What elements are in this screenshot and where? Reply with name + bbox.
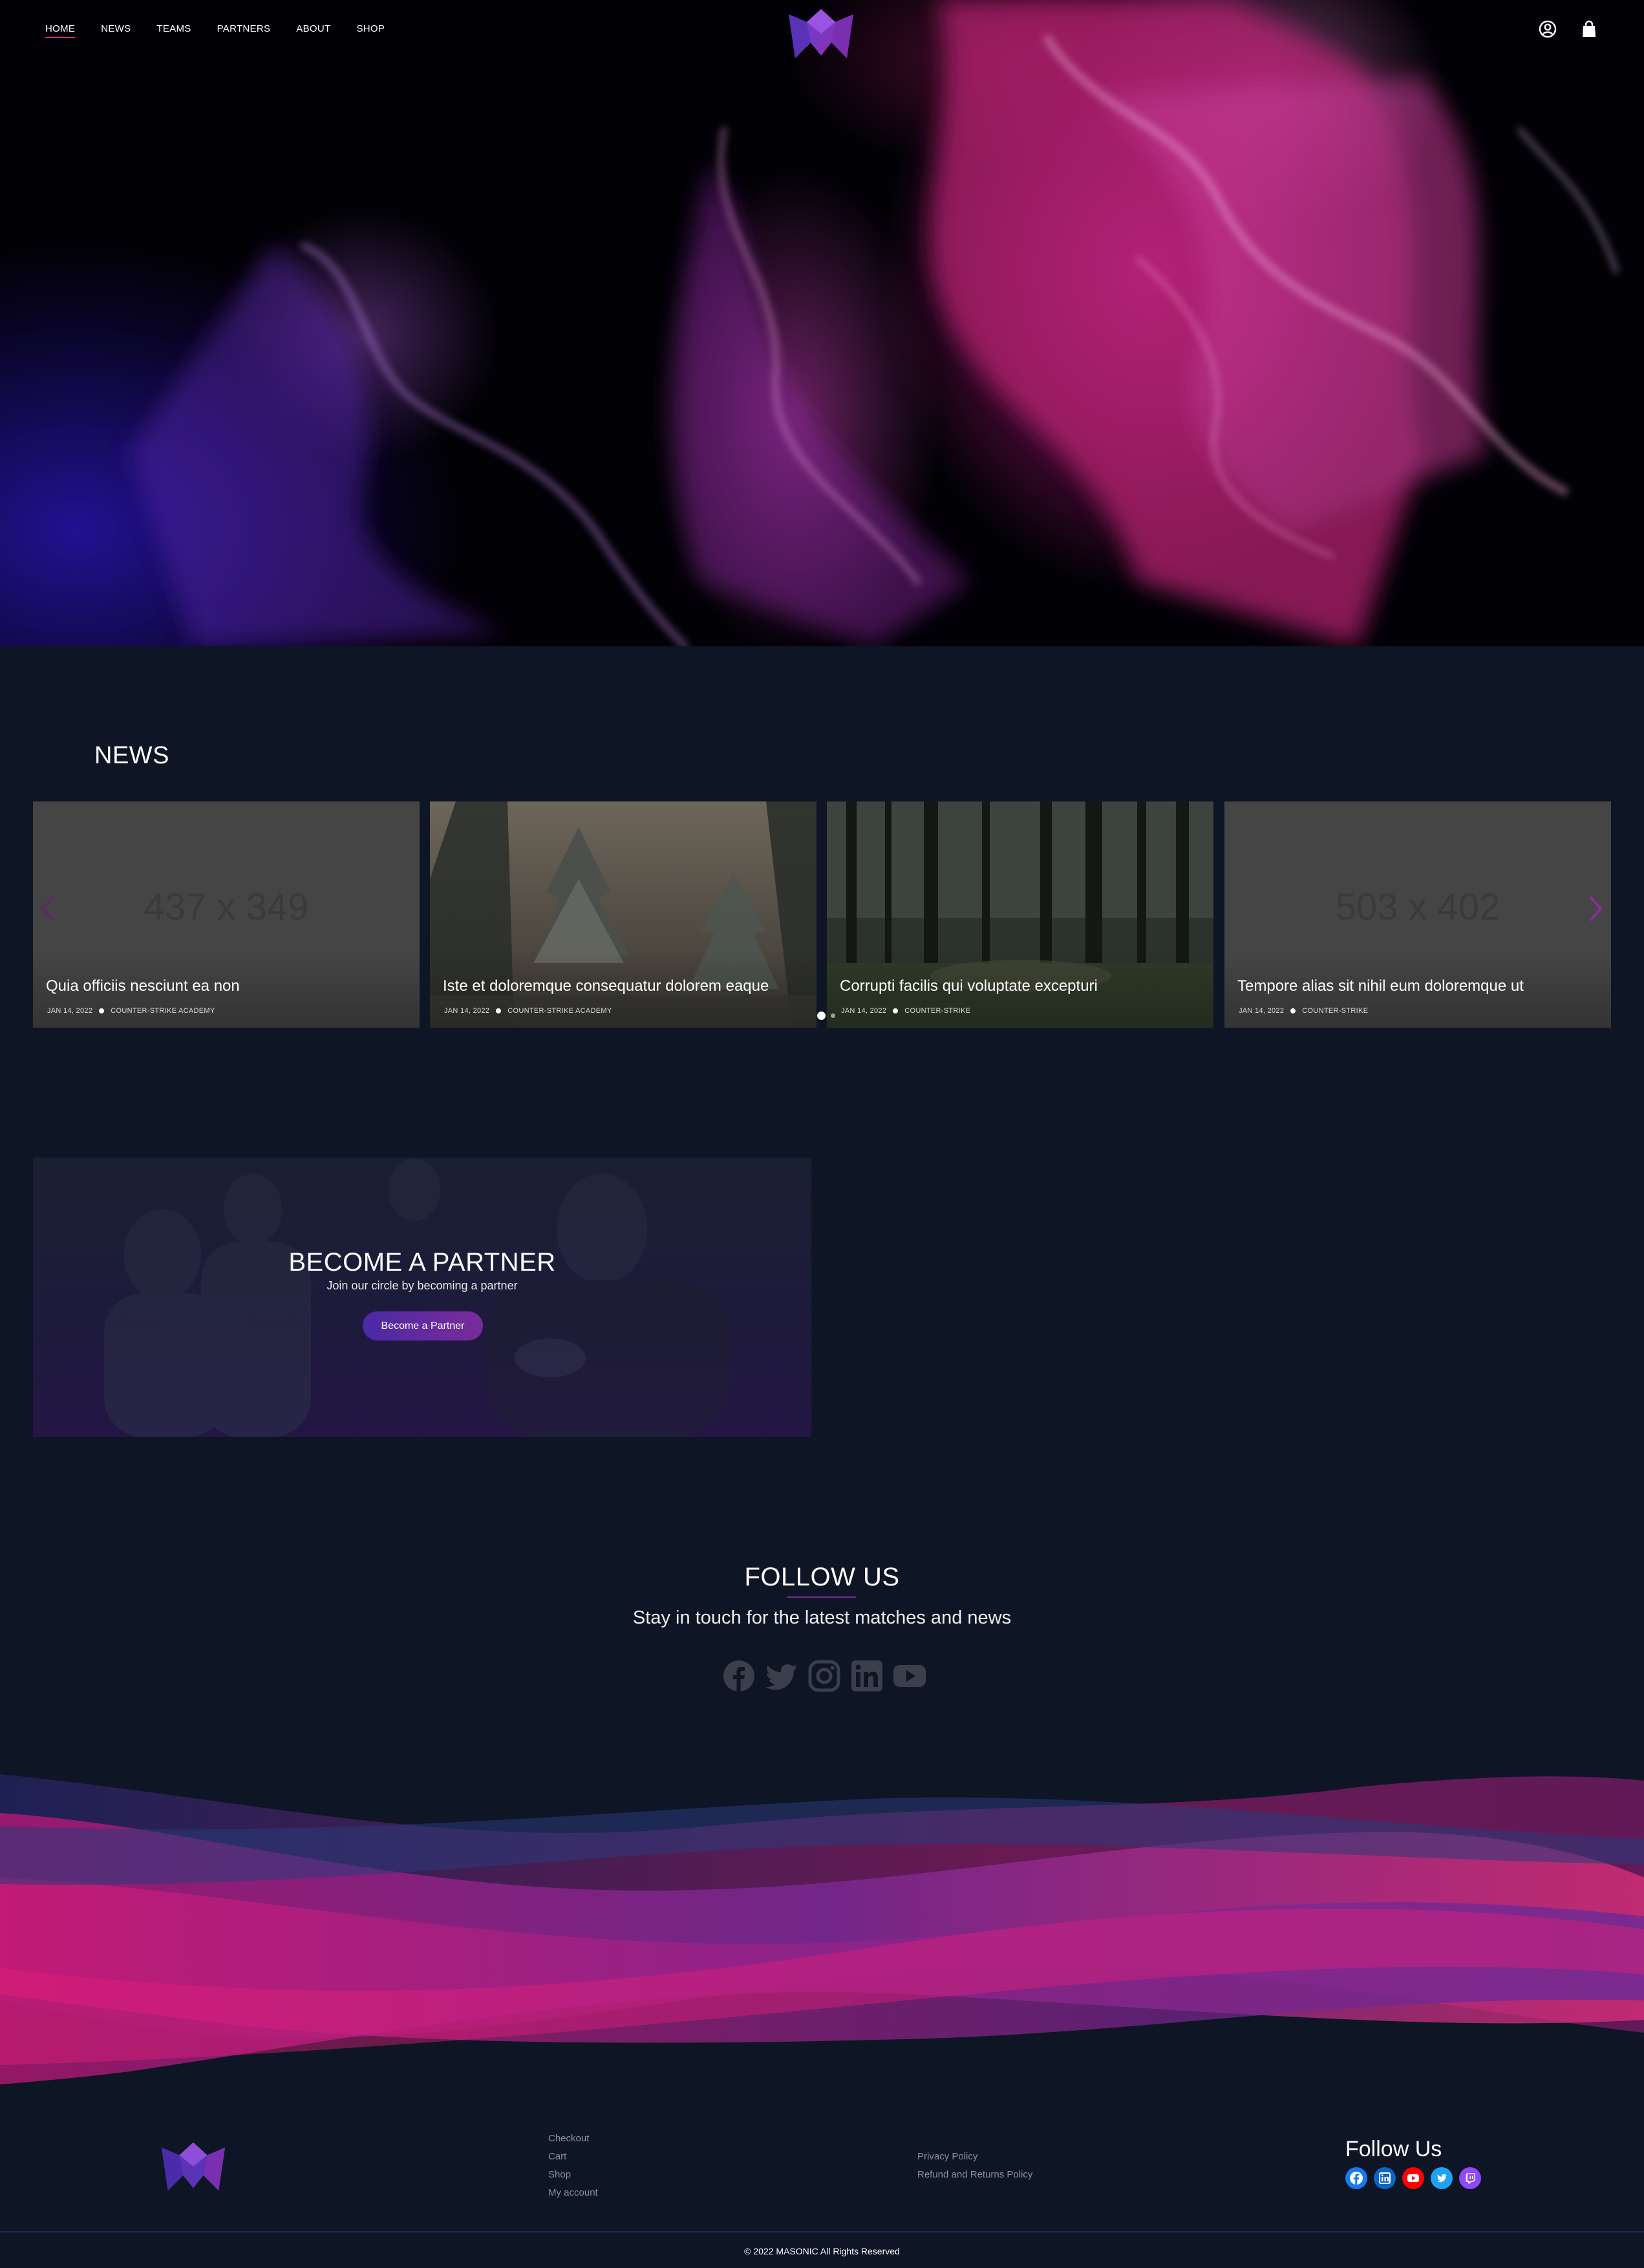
title-underline bbox=[787, 1596, 856, 1598]
footer-link-privacy-policy[interactable]: Privacy Policy bbox=[917, 2152, 1032, 2162]
hero-banner: HOME NEWS TEAMS PARTNERS ABOUT SHOP bbox=[0, 0, 1644, 646]
partner-title: BECOME A PARTNER bbox=[288, 1248, 556, 1277]
nav-item-shop[interactable]: SHOP bbox=[356, 23, 385, 38]
follow-title: FOLLOW US bbox=[744, 1563, 900, 1591]
twitch-icon[interactable] bbox=[1459, 2167, 1481, 2189]
follow-social-links bbox=[722, 1659, 926, 1693]
separator-dot-icon bbox=[496, 1008, 502, 1013]
footer-link-refund-policy[interactable]: Refund and Returns Policy bbox=[917, 2170, 1032, 2180]
pagination-dot[interactable] bbox=[831, 1013, 835, 1018]
news-card-title[interactable]: Corrupti facilis qui voluptate excepturi bbox=[840, 977, 1098, 995]
news-card-category[interactable]: COUNTER-STRIKE bbox=[904, 1007, 970, 1015]
image-placeholder: 503 x 402 bbox=[1335, 886, 1500, 928]
smoke-background-image bbox=[129, 0, 1618, 646]
separator-dot-icon bbox=[893, 1008, 899, 1013]
shopping-bag-icon[interactable] bbox=[1579, 19, 1599, 39]
twitter-icon[interactable] bbox=[1431, 2167, 1453, 2189]
masonic-crown-logo[interactable] bbox=[158, 2139, 229, 2194]
news-card-title[interactable]: Quia officiis nesciunt ea non bbox=[46, 977, 240, 995]
news-card[interactable]: 437 x 349 Quia officiis nesciunt ea non … bbox=[33, 801, 420, 1028]
footer-link-cart[interactable]: Cart bbox=[548, 2152, 598, 2162]
separator-dot-icon bbox=[99, 1008, 105, 1013]
footer-link-my-account[interactable]: My account bbox=[548, 2188, 598, 2198]
facebook-icon[interactable] bbox=[1345, 2167, 1367, 2189]
footer-links-shop: Checkout Cart Shop My account bbox=[548, 2134, 598, 2198]
footer-link-checkout[interactable]: Checkout bbox=[548, 2134, 598, 2144]
user-circle-icon[interactable] bbox=[1538, 19, 1557, 39]
news-card-meta: JAN 14, 2022 COUNTER-STRIKE bbox=[1239, 1007, 1368, 1015]
pagination-dot-active[interactable] bbox=[817, 1012, 826, 1020]
facebook-icon[interactable] bbox=[722, 1659, 756, 1693]
main-navigation: HOME NEWS TEAMS PARTNERS ABOUT SHOP bbox=[45, 23, 385, 38]
image-placeholder: 437 x 349 bbox=[144, 886, 309, 928]
linkedin-icon[interactable] bbox=[1374, 2167, 1396, 2189]
news-card-date: JAN 14, 2022 bbox=[444, 1007, 490, 1015]
news-card-title[interactable]: Tempore alias sit nihil eum doloremque u… bbox=[1237, 977, 1524, 995]
chevron-right-icon[interactable] bbox=[1586, 895, 1605, 923]
become-partner-button[interactable]: Become a Partner bbox=[363, 1311, 483, 1341]
footer-divider bbox=[0, 2231, 1644, 2232]
youtube-icon[interactable] bbox=[893, 1659, 926, 1693]
copyright-text: © 2022 MASONIC All Rights Reserved bbox=[744, 2246, 900, 2256]
instagram-icon[interactable] bbox=[807, 1659, 841, 1693]
masonic-crown-logo[interactable] bbox=[785, 8, 857, 59]
news-card-meta: JAN 14, 2022 COUNTER-STRIKE bbox=[841, 1007, 970, 1015]
twitter-icon[interactable] bbox=[765, 1659, 798, 1693]
news-card-date: JAN 14, 2022 bbox=[47, 1007, 93, 1015]
nav-item-news[interactable]: NEWS bbox=[101, 23, 131, 38]
news-card-title[interactable]: Iste et doloremque consequatur dolorem e… bbox=[443, 977, 769, 995]
follow-subtitle: Stay in touch for the latest matches and… bbox=[632, 1607, 1012, 1628]
news-card-date: JAN 14, 2022 bbox=[1239, 1007, 1285, 1015]
decorative-waves bbox=[0, 1774, 1644, 2084]
news-card-date: JAN 14, 2022 bbox=[841, 1007, 887, 1015]
footer-links-legal: Privacy Policy Refund and Returns Policy bbox=[917, 2152, 1032, 2180]
nav-item-home[interactable]: HOME bbox=[45, 23, 76, 38]
news-card[interactable]: 503 x 402 Tempore alias sit nihil eum do… bbox=[1224, 801, 1611, 1028]
separator-dot-icon bbox=[1290, 1008, 1296, 1013]
partner-subtitle: Join our circle by becoming a partner bbox=[326, 1279, 518, 1292]
header-actions bbox=[1538, 19, 1599, 39]
news-card-category[interactable]: COUNTER-STRIKE ACADEMY bbox=[111, 1007, 215, 1015]
youtube-icon[interactable] bbox=[1402, 2167, 1424, 2189]
chevron-left-icon[interactable] bbox=[39, 895, 57, 923]
news-card-meta: JAN 14, 2022 COUNTER-STRIKE ACADEMY bbox=[444, 1007, 612, 1015]
news-card-category[interactable]: COUNTER-STRIKE bbox=[1302, 1007, 1368, 1015]
footer-social-links bbox=[1345, 2167, 1481, 2189]
carousel-pagination bbox=[817, 1012, 835, 1020]
nav-item-teams[interactable]: TEAMS bbox=[156, 23, 191, 38]
news-card-category[interactable]: COUNTER-STRIKE ACADEMY bbox=[507, 1007, 612, 1015]
news-card[interactable]: Corrupti facilis qui voluptate excepturi… bbox=[827, 801, 1213, 1028]
news-card[interactable]: Iste et doloremque consequatur dolorem e… bbox=[430, 801, 817, 1028]
footer-link-shop[interactable]: Shop bbox=[548, 2170, 598, 2180]
nav-item-partners[interactable]: PARTNERS bbox=[217, 23, 271, 38]
linkedin-icon[interactable] bbox=[850, 1659, 884, 1693]
news-heading: NEWS bbox=[94, 742, 169, 769]
nav-item-about[interactable]: ABOUT bbox=[296, 23, 330, 38]
news-carousel: 437 x 349 Quia officiis nesciunt ea non … bbox=[33, 801, 1611, 1028]
news-card-meta: JAN 14, 2022 COUNTER-STRIKE ACADEMY bbox=[47, 1007, 215, 1015]
footer-follow-title: Follow Us bbox=[1345, 2137, 1442, 2161]
partner-banner: BECOME A PARTNER Join our circle by beco… bbox=[33, 1158, 811, 1437]
